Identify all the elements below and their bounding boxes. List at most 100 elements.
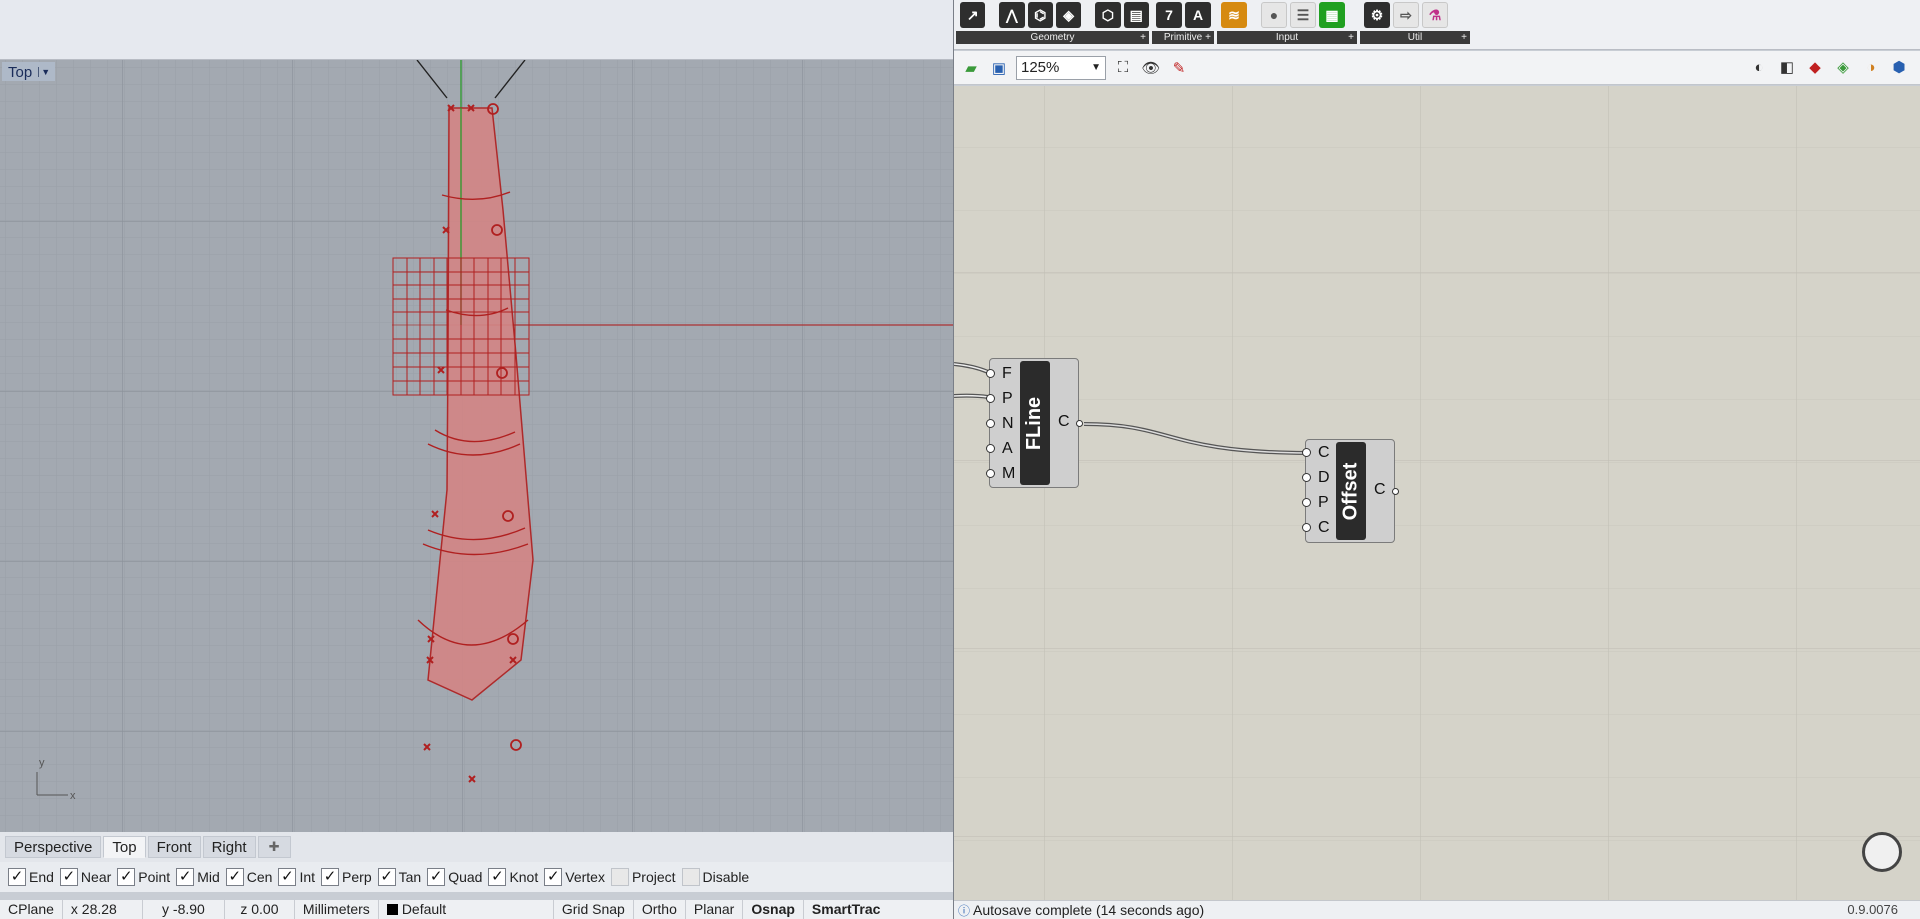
expand-icon[interactable]: +	[1461, 31, 1467, 44]
expand-icon[interactable]: +	[1205, 31, 1211, 44]
save-icon[interactable]: ▣	[988, 57, 1010, 79]
fline-input-f[interactable]: F	[985, 361, 1015, 386]
checkbox-icon[interactable]: ✓	[225, 868, 244, 886]
checkbox-icon[interactable]: ✓	[8, 868, 26, 886]
fline-input-m[interactable]: M	[985, 461, 1015, 486]
viewport-title[interactable]: Top ▼	[2, 62, 56, 81]
ribbon-group-input: ≋ ● ☰ ▦ Input +	[1217, 0, 1357, 44]
preview-shaded-icon[interactable]: ◆	[1804, 56, 1826, 78]
tab-perspective[interactable]: Perspective	[5, 836, 102, 858]
checkbox-icon[interactable]: ✓	[377, 868, 396, 886]
geometry-mesh-icon[interactable]: ⬡	[1095, 2, 1121, 28]
geometry-curve-icon[interactable]: ⋀	[999, 2, 1025, 28]
text-icon[interactable]: A	[1185, 2, 1211, 28]
osnap-cen[interactable]: ✓ Cen	[225, 868, 272, 886]
planar-toggle[interactable]: Planar	[686, 900, 744, 919]
osnap-near[interactable]: ✓ Near	[59, 868, 111, 886]
ortho-toggle[interactable]: Ortho	[634, 900, 686, 919]
geometry-point-icon[interactable]: ↗	[960, 2, 986, 28]
units-label[interactable]: Millimeters	[295, 900, 379, 919]
offset-input-d[interactable]: D	[1302, 465, 1330, 490]
osnap-toggle[interactable]: Osnap	[743, 900, 804, 919]
osnap-quad[interactable]: ✓ Quad	[427, 868, 482, 886]
preview-off-icon[interactable]: ◐	[1748, 56, 1770, 78]
checkbox-icon[interactable]: ✓	[544, 868, 563, 886]
geometry-surface-icon[interactable]: ⌬	[1027, 2, 1053, 28]
fline-name: FLine	[1020, 361, 1050, 485]
flask-icon[interactable]: ⚗	[1422, 2, 1448, 28]
osnap-label: Project	[631, 869, 676, 885]
osnap-int[interactable]: ✓ Int	[278, 868, 315, 886]
viewport-canvas[interactable]	[0, 60, 953, 832]
plus-icon: ✚	[268, 839, 280, 854]
fline-output-c[interactable]: C	[1058, 413, 1070, 431]
fline-input-p[interactable]: P	[985, 386, 1015, 411]
graph-mapper-icon[interactable]: ≋	[1221, 2, 1247, 28]
offset-component[interactable]: C D P C Offset C	[1302, 439, 1399, 543]
offset-input-c2[interactable]: C	[1302, 515, 1330, 540]
open-file-icon[interactable]: ▰	[960, 57, 982, 79]
expand-icon[interactable]: +	[1348, 31, 1354, 44]
osnap-label: Vertex	[565, 869, 605, 885]
checkbox-icon[interactable]	[681, 868, 700, 886]
grasshopper-canvas[interactable]: F P N A M FLine C C D P C Offset C	[954, 86, 1920, 900]
tab-top[interactable]: Top	[103, 836, 146, 858]
geometry-box-icon[interactable]: ▤	[1123, 2, 1149, 28]
offset-output-c[interactable]: C	[1374, 481, 1386, 499]
checkbox-icon[interactable]: ✓	[321, 868, 340, 886]
sketch-pen-icon[interactable]: ✎	[1168, 57, 1190, 79]
preview-wire-icon[interactable]: ◧	[1776, 56, 1798, 78]
arrow-right-icon[interactable]: ⇨	[1393, 2, 1419, 28]
checkbox-icon[interactable]: ✓	[59, 868, 78, 886]
checkbox-icon[interactable]: ✓	[488, 868, 507, 886]
ribbon-label-geometry: Geometry +	[956, 31, 1149, 44]
tab-right[interactable]: Right	[202, 836, 256, 858]
osnap-perp[interactable]: ✓ Perp	[321, 868, 372, 886]
osnap-end[interactable]: ✓ End	[8, 868, 54, 886]
fline-input-n[interactable]: N	[985, 411, 1015, 436]
checkbox-icon[interactable]: ✓	[278, 868, 297, 886]
cluster-icon[interactable]: ⚙	[1364, 2, 1390, 28]
grid-snap-toggle[interactable]: Grid Snap	[554, 900, 634, 919]
grasshopper-status-bar: ⓘ Autosave complete (14 seconds ago) 0.9…	[954, 900, 1920, 919]
cplane-label[interactable]: CPlane	[0, 900, 63, 919]
osnap-label: Quad	[448, 869, 483, 885]
button-icon[interactable]: ●	[1261, 2, 1287, 28]
preview-selected-icon[interactable]: ◈	[1832, 56, 1854, 78]
osnap-point[interactable]: ✓ Point	[117, 868, 170, 886]
ribbon-label-util: Util +	[1360, 31, 1470, 44]
checkbox-icon[interactable]	[610, 868, 629, 886]
tab-front[interactable]: Front	[147, 836, 201, 858]
smarttrack-toggle[interactable]: SmartTrac	[804, 900, 888, 919]
offset-input-p[interactable]: P	[1302, 490, 1330, 515]
osnap-knot[interactable]: ✓ Knot	[488, 868, 538, 886]
mesh-quality-icon[interactable]: ⬢	[1888, 56, 1910, 78]
integer-icon[interactable]: 7	[1156, 2, 1182, 28]
geometry-brep-icon[interactable]: ◈	[1055, 2, 1082, 28]
eye-icon[interactable]: 👁	[1140, 57, 1162, 79]
ribbon-group-geometry: ↗ ⋀ ⌬ ◈ ⬡ ▤ Geometry +	[956, 0, 1149, 44]
panel-icon[interactable]: ☰	[1290, 2, 1316, 28]
osnap-project[interactable]: Project	[610, 868, 676, 886]
fline-output-pin[interactable]	[1076, 420, 1083, 427]
top-viewport[interactable]: Top ▼ y x	[0, 60, 953, 832]
layer-selector[interactable]: Default	[379, 900, 554, 919]
material-icon[interactable]: ◑	[1860, 56, 1882, 78]
palette-icon[interactable]: ▦	[1319, 2, 1345, 28]
checkbox-icon[interactable]: ✓	[176, 868, 195, 886]
osnap-mid[interactable]: ✓ Mid	[176, 868, 220, 886]
checkbox-icon[interactable]: ✓	[117, 868, 136, 886]
osnap-vertex[interactable]: ✓ Vertex	[544, 868, 605, 886]
add-tab-button[interactable]: ✚	[257, 836, 291, 858]
offset-input-c[interactable]: C	[1302, 440, 1330, 465]
fline-input-a[interactable]: A	[985, 436, 1015, 461]
chevron-down-icon[interactable]: ▼	[38, 67, 50, 77]
fline-component[interactable]: F P N A M FLine C	[985, 358, 1083, 488]
zoom-extents-icon[interactable]: ⛶	[1112, 57, 1134, 79]
offset-output-pin[interactable]	[1392, 488, 1399, 495]
osnap-disable[interactable]: Disable	[681, 868, 749, 886]
expand-icon[interactable]: +	[1140, 31, 1146, 44]
osnap-tan[interactable]: ✓ Tan	[377, 868, 421, 886]
zoom-dropdown[interactable]: 125% ▼	[1016, 55, 1106, 80]
checkbox-icon[interactable]: ✓	[427, 868, 446, 886]
